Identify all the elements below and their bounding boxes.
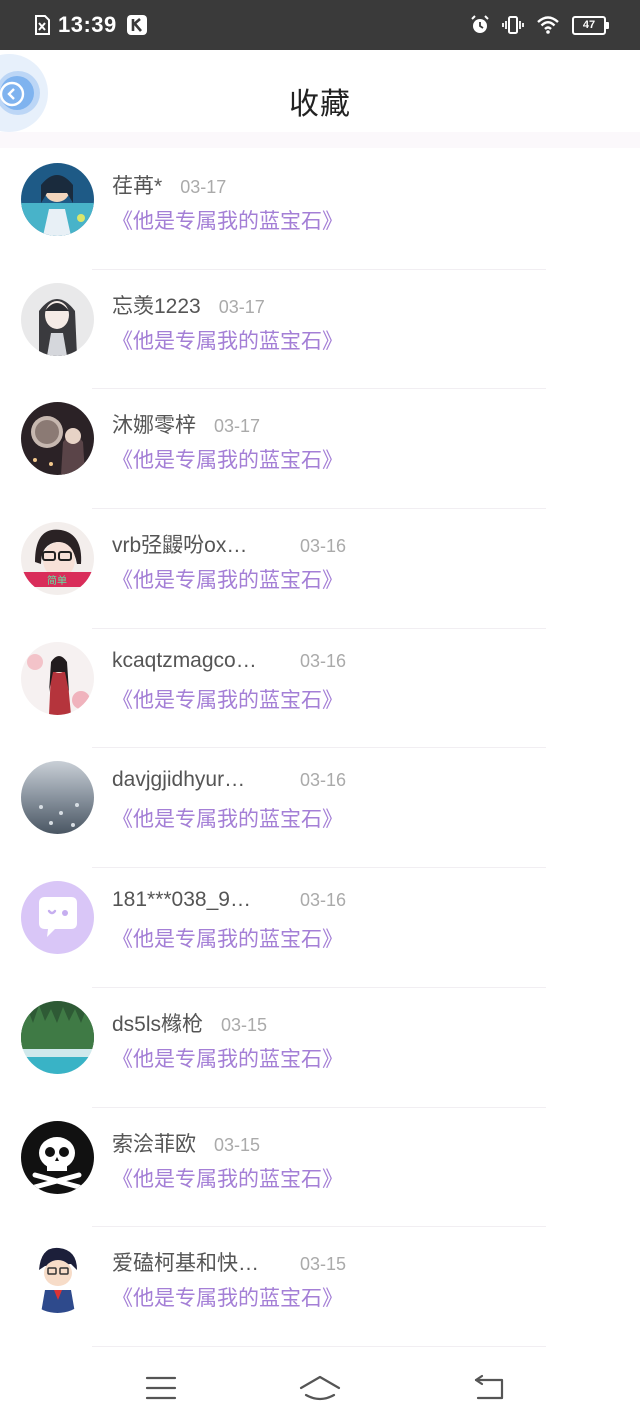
system-nav-bar (0, 1352, 640, 1427)
book-title[interactable]: 《他是专属我的蓝宝石》 (112, 564, 343, 594)
date: 03-16 (300, 890, 347, 911)
divider (92, 1345, 546, 1347)
date: 03-16 (300, 536, 347, 557)
avatar[interactable] (21, 282, 94, 356)
avatar[interactable]: 简单 (21, 522, 94, 596)
date: 03-16 (300, 770, 347, 791)
username: 爱磕柯基和快… (112, 1252, 259, 1276)
date: 03-15 (214, 1134, 261, 1155)
avatar[interactable] (21, 761, 94, 835)
username: 索浍菲欧 (112, 1132, 196, 1156)
menu-icon[interactable] (145, 1374, 177, 1402)
status-time: 13:39 (58, 12, 117, 37)
avatar[interactable] (21, 1120, 94, 1194)
vibrate-icon (502, 16, 524, 34)
book-title[interactable]: 《他是专属我的蓝宝石》 (112, 205, 343, 235)
username: kcaqtzmagco… (112, 648, 257, 672)
username: 荏苒* (112, 175, 163, 198)
date: 03-17 (218, 296, 265, 317)
username: ds5ls橼枪 (112, 1012, 204, 1036)
username: 沐娜零梓 (112, 414, 196, 438)
k-app-icon (126, 15, 147, 35)
book-title[interactable]: 《他是专属我的蓝宝石》 (112, 1163, 343, 1193)
book-title[interactable]: 《他是专属我的蓝宝石》 (112, 1043, 343, 1073)
date: 03-17 (214, 416, 261, 437)
svg-text:简单: 简单 (47, 574, 67, 587)
list-item[interactable]: ds5ls橼枪 03-15 《他是专属我的蓝宝石》 (0, 988, 640, 1108)
avatar[interactable] (21, 1000, 94, 1074)
book-title[interactable]: 《他是专属我的蓝宝石》 (112, 684, 343, 714)
date: 03-16 (300, 650, 347, 671)
avatar[interactable] (21, 881, 94, 955)
list-item[interactable]: kcaqtzmagco… 03-16 《他是专属我的蓝宝石》 (0, 629, 640, 749)
avatar[interactable] (21, 402, 94, 476)
sim-x-icon (35, 15, 50, 35)
list-item[interactable]: 索浍菲欧 03-15 《他是专属我的蓝宝石》 (0, 1108, 640, 1228)
list-item[interactable]: 爱磕柯基和快… 03-15 《他是专属我的蓝宝石》 (0, 1227, 640, 1347)
list-item[interactable]: 忘羡1223 03-17 《他是专属我的蓝宝石》 (0, 270, 640, 390)
book-title[interactable]: 《他是专属我的蓝宝石》 (112, 1282, 343, 1312)
alarm-icon (471, 15, 489, 33)
avatar[interactable] (21, 1240, 94, 1314)
list-item[interactable]: 沐娜零梓 03-17 《他是专属我的蓝宝石》 (0, 389, 640, 510)
list-item[interactable]: 简单 vrb弪鼹吩ox… 03-16 《他是专属我的蓝宝石》 (0, 509, 640, 629)
date: 03-15 (221, 1014, 268, 1035)
username: 181***038_9… (112, 888, 251, 912)
battery-icon: 47 (572, 15, 609, 35)
username: davjgjidhyur… (112, 768, 246, 792)
avatar[interactable] (21, 163, 94, 236)
list-item[interactable]: 181***038_9… 03-16 《他是专属我的蓝宝石》 (0, 868, 640, 988)
username: vrb弪鼹吩ox… (112, 534, 248, 558)
book-title[interactable]: 《他是专属我的蓝宝石》 (112, 325, 343, 355)
status-bar: 13:39 47 (0, 0, 640, 50)
page-title: 收藏 (289, 88, 351, 121)
book-title[interactable]: 《他是专属我的蓝宝石》 (112, 803, 343, 833)
list-item[interactable]: 荏苒* 03-17 《他是专属我的蓝宝石》 (0, 150, 640, 270)
favorites-list: 荏苒* 03-17 《他是专属我的蓝宝石》 忘羡1223 03-17 《他是专属… (0, 150, 640, 1347)
avatar[interactable] (21, 641, 94, 715)
back-icon[interactable] (472, 1374, 506, 1402)
list-item[interactable]: davjgjidhyur… 03-16 《他是专属我的蓝宝石》 (0, 748, 640, 869)
wifi-icon (537, 16, 559, 34)
username: 忘羡1223 (112, 294, 201, 318)
header: 收藏 (0, 50, 640, 148)
home-icon[interactable] (298, 1374, 342, 1404)
book-title[interactable]: 《他是专属我的蓝宝石》 (112, 444, 343, 474)
book-title[interactable]: 《他是专属我的蓝宝石》 (112, 923, 343, 953)
date: 03-17 (180, 177, 227, 197)
date: 03-15 (300, 1254, 347, 1275)
